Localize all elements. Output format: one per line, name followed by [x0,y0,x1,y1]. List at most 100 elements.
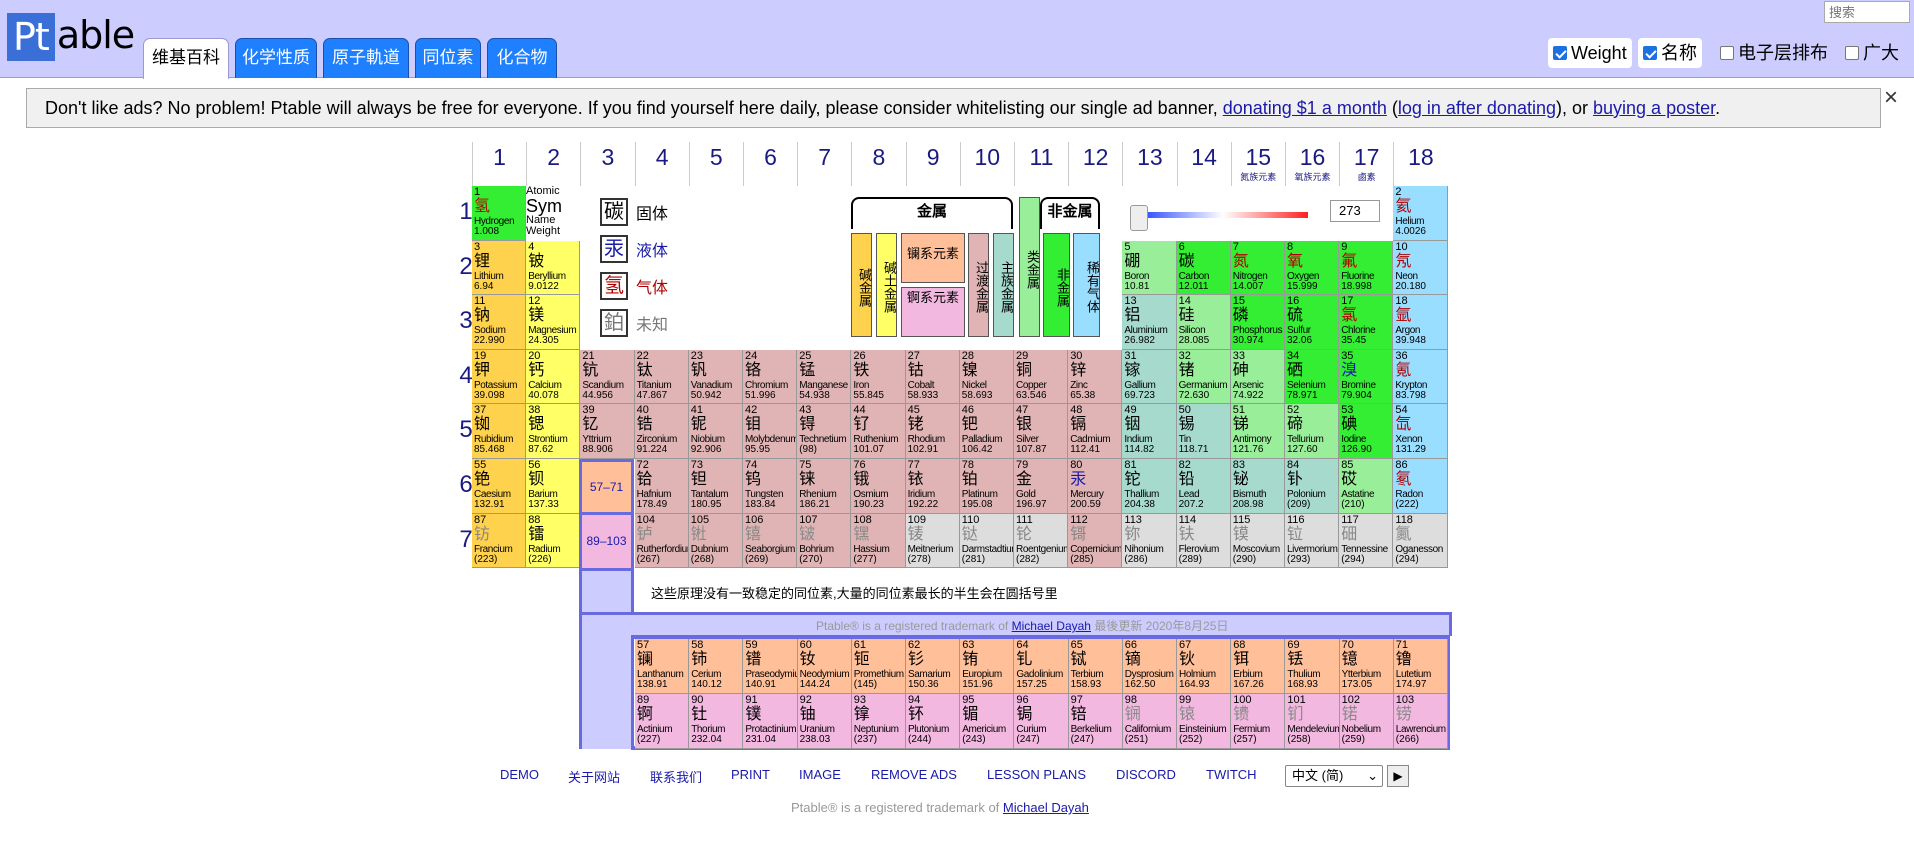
legend-nonmetal[interactable]: 非金属 [1043,233,1070,337]
element-86[interactable]: 86 氡 Radon (222) [1393,459,1448,514]
group-header-18[interactable]: 18 [1393,142,1447,186]
element-46[interactable]: 46 钯 Palladium 106.42 [959,404,1014,459]
close-icon[interactable]: × [1884,86,1898,110]
group-header-2[interactable]: 2 [526,142,580,186]
element-76[interactable]: 76 锇 Osmium 190.23 [851,459,906,514]
element-55[interactable]: 55 铯 Caesium 132.91 [472,459,527,514]
tab-wikipedia[interactable]: 维基百科 [143,38,229,79]
group-header-9[interactable]: 9 [905,142,960,186]
element-116[interactable]: 116 𫟷 Livermorium (293) [1285,513,1340,569]
legend-alkaline[interactable]: 碱土金属 [876,233,897,337]
element-29[interactable]: 29 铜 Copper 63.546 [1014,349,1069,405]
element-36[interactable]: 36 氪 Krypton 83.798 [1393,349,1448,405]
poster-link[interactable]: buying a poster [1593,98,1715,118]
wide-checkbox[interactable] [1845,46,1859,60]
element-24[interactable]: 24 铬 Chromium 51.996 [743,349,798,405]
weight-checkbox[interactable] [1553,46,1567,60]
element-4[interactable]: 4 铍 Beryllium 9.0122 [526,240,581,296]
element-64[interactable]: 64 钆 Gadolinium 157.25 [1014,639,1069,694]
element-96[interactable]: 96 锔 Curium (247) [1014,694,1069,749]
element-47[interactable]: 47 银 Silver 107.87 [1014,404,1069,459]
element-53[interactable]: 53 碘 Iodine 126.90 [1339,404,1394,459]
element-15[interactable]: 15 磷 Phosphorus 30.974 [1230,295,1285,350]
element-14[interactable]: 14 硅 Silicon 28.085 [1176,295,1231,350]
element-60[interactable]: 60 钕 Neodymium 144.24 [797,639,852,694]
element-28[interactable]: 28 镍 Nickel 58.693 [959,349,1014,405]
element-22[interactable]: 22 钛 Titanium 47.867 [634,349,689,405]
element-79[interactable]: 79 金 Gold 196.97 [1014,459,1069,514]
electron-config-checkbox[interactable] [1720,46,1734,60]
footer-twitch[interactable]: TWITCH [1206,767,1257,782]
element-63[interactable]: 63 铕 Europium 151.96 [960,639,1015,694]
element-89[interactable]: 89 锕 Actinium (227) [635,694,690,749]
electron-config-option[interactable]: 电子层排布 [1720,38,1828,68]
footer-contact[interactable]: 联系我们 [650,767,702,786]
footer-remove-ads[interactable]: REMOVE ADS [871,767,957,782]
element-115[interactable]: 115 镆 Moscovium (290) [1230,513,1285,569]
group-header-12[interactable]: 12 [1068,142,1122,186]
element-66[interactable]: 66 镝 Dysprosium 162.50 [1122,639,1177,694]
element-16[interactable]: 16 硫 Sulfur 32.06 [1285,295,1340,350]
element-84[interactable]: 84 钋 Polonium (209) [1285,459,1340,514]
footer-print[interactable]: PRINT [731,767,770,782]
element-13[interactable]: 13 铝 Aluminium 26.982 [1122,295,1177,350]
element-91[interactable]: 91 镤 Protactinium 231.04 [743,694,798,749]
group-header-6[interactable]: 6 [743,142,797,186]
element-41[interactable]: 41 铌 Niobium 92.906 [688,404,743,459]
element-10[interactable]: 10 氖 Neon 20.180 [1393,240,1448,296]
ptable-logo[interactable]: Pt able [7,13,135,61]
element-108[interactable]: 108 𬭶 Hassium (277) [851,513,906,569]
login-link[interactable]: log in after donating [1398,98,1556,118]
trademark-link[interactable]: Michael Dayah [1012,619,1091,633]
element-93[interactable]: 93 镎 Neptunium (237) [851,694,906,749]
element-81[interactable]: 81 铊 Thallium 204.38 [1122,459,1177,514]
element-19[interactable]: 19 钾 Potassium 39.098 [472,349,527,405]
group-header-10[interactable]: 10 [959,142,1014,186]
element-44[interactable]: 44 钌 Ruthenium 101.07 [851,404,906,459]
element-110[interactable]: 110 𫟼 Darmstadtium (281) [959,513,1014,569]
element-102[interactable]: 102 锘 Nobelium (259) [1339,694,1394,749]
element-2[interactable]: 2 氦 Helium 4.0026 [1393,186,1448,241]
element-112[interactable]: 112 鿔 Copernicium (285) [1068,513,1123,569]
element-6[interactable]: 6 碳 Carbon 12.011 [1176,240,1231,296]
element-3[interactable]: 3 锂 Lithium 6.94 [472,240,527,296]
element-77[interactable]: 77 铱 Iridium 192.22 [905,459,960,514]
slider-thumb[interactable] [1130,205,1148,231]
element-39[interactable]: 39 钇 Yttrium 88.906 [580,404,635,459]
legend-lanthanide[interactable]: 镧系元素 [901,233,965,283]
element-37[interactable]: 37 铷 Rubidium 85.468 [472,404,527,459]
element-7[interactable]: 7 氮 Nitrogen 14.007 [1230,240,1285,296]
name-checkbox[interactable] [1643,46,1657,60]
element-101[interactable]: 101 钔 Mendelevium (258) [1285,694,1340,749]
group-header-5[interactable]: 5 [688,142,743,186]
donate-link[interactable]: donating $1 a month [1223,98,1387,118]
legend-alkali[interactable]: 碱金属 [851,233,872,337]
element-104[interactable]: 104𬬻Rutherfordium(267) [634,513,689,569]
element-95[interactable]: 95 镅 Americium (243) [960,694,1015,749]
element-31[interactable]: 31 镓 Gallium 69.723 [1122,349,1177,405]
element-26[interactable]: 26 铁 Iron 55.845 [851,349,906,405]
element-49[interactable]: 49 铟 Indium 114.82 [1122,404,1177,459]
legend-metalloid[interactable]: 类金属 [1019,197,1040,337]
element-30[interactable]: 30 锌 Zinc 65.38 [1068,349,1123,405]
language-select[interactable]: 中文 (简) ⌄ [1285,765,1383,787]
element-97[interactable]: 97 锫 Berkelium (247) [1068,694,1123,749]
element-48[interactable]: 48 镉 Cadmium 112.41 [1068,404,1123,459]
element-56[interactable]: 56 钡 Barium 137.33 [526,459,581,514]
element-78[interactable]: 78 铂 Platinum 195.08 [959,459,1014,514]
name-option[interactable]: 名称 [1638,38,1702,68]
element-87[interactable]: 87 钫 Francium (223) [472,513,527,569]
element-51[interactable]: 51 锑 Antimony 121.76 [1230,404,1285,459]
element-83[interactable]: 83 铋 Bismuth 208.98 [1230,459,1285,514]
element-109[interactable]: 109 鿏 Meitnerium (278) [905,513,960,569]
element-40[interactable]: 40 锆 Zirconium 91.224 [634,404,689,459]
element-25[interactable]: 25 锰 Manganese 54.938 [797,349,852,405]
state-liquid[interactable]: 汞液体 [600,234,668,264]
element-88[interactable]: 88 镭 Radium (226) [526,513,581,569]
element-100[interactable]: 100 镄 Fermium (257) [1231,694,1286,749]
group-header-3[interactable]: 3 [580,142,634,186]
element-34[interactable]: 34 硒 Selenium 78.971 [1285,349,1340,405]
legend-transition[interactable]: 过渡金属 [968,233,989,337]
element-107[interactable]: 107 𬭛 Bohrium (270) [797,513,852,569]
element-73[interactable]: 73 钽 Tantalum 180.95 [688,459,743,514]
